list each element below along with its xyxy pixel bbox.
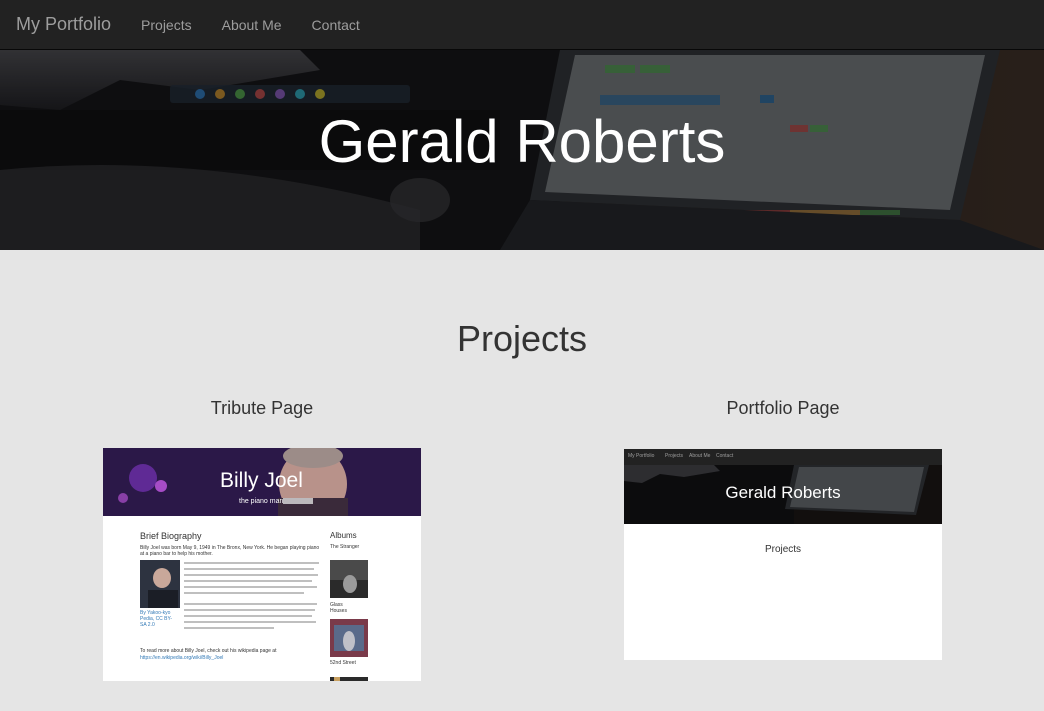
tribute-thumb-more-text: To read more about Billy Joel, check out…	[140, 648, 277, 654]
tribute-thumb-bio-heading: Brief Biography	[140, 531, 202, 541]
tribute-thumb-photo-caption[interactable]: By Yakoo-kyo Pedia, CC BY-SA 2.0	[140, 610, 176, 628]
tribute-thumb-album-1: The Stranger	[330, 544, 360, 550]
tribute-thumb-wiki-link[interactable]: https://en.wikipedia.org/wiki/Billy_Joel	[140, 655, 320, 661]
portfolio-thumb-hero: Gerald Roberts	[624, 465, 942, 524]
album-cover-52nd-street	[330, 677, 368, 681]
tribute-thumb-header: Billy Joel the piano man	[103, 448, 421, 516]
nav-link-about-me[interactable]: About Me	[207, 17, 297, 33]
project-title-tribute[interactable]: Tribute Page	[102, 397, 422, 419]
tribute-thumb-name: Billy Joel	[220, 469, 303, 492]
portfolio-thumb-link-contact: Contact	[716, 453, 734, 459]
projects-heading: Projects	[456, 318, 588, 359]
portfolio-thumb-link-projects: Projects	[665, 453, 684, 459]
portfolio-thumb-link-about: About Me	[689, 453, 711, 459]
tribute-thumb-bio-text: Billy Joel was born May 9, 1949 in The B…	[140, 545, 320, 557]
album-cover-the-stranger	[330, 560, 368, 598]
portfolio-thumb-navbar: My Portfolio Projects About Me Contact	[624, 449, 942, 465]
tribute-thumb-album-3: 52nd Street	[330, 660, 356, 666]
album-cover-glass-houses	[330, 619, 368, 657]
hero-title: Gerald Roberts	[318, 108, 726, 175]
portfolio-thumb-title: Gerald Roberts	[725, 483, 841, 502]
tribute-thumb-album-2: Glass Houses	[330, 602, 347, 614]
nav-link-projects[interactable]: Projects	[126, 17, 207, 33]
nav-link-contact[interactable]: Contact	[297, 17, 375, 33]
tribute-thumb-albums-heading: Albums	[330, 531, 357, 540]
project-title-portfolio[interactable]: Portfolio Page	[623, 397, 943, 419]
hero-banner: Gerald Roberts	[0, 50, 1044, 250]
navbar-brand[interactable]: My Portfolio	[16, 14, 111, 35]
tribute-page-thumbnail[interactable]: Billy Joel the piano man Brief Biography…	[103, 448, 421, 681]
tribute-thumb-subtitle: the piano man	[239, 498, 284, 505]
billy-joel-photo	[140, 560, 180, 608]
portfolio-page-thumbnail[interactable]: My Portfolio Projects About Me Contact G…	[624, 449, 942, 660]
portfolio-thumb-projects-heading: Projects	[764, 544, 802, 555]
navbar: My Portfolio Projects About Me Contact	[0, 0, 1044, 50]
portfolio-thumb-brand: My Portfolio	[628, 453, 655, 459]
